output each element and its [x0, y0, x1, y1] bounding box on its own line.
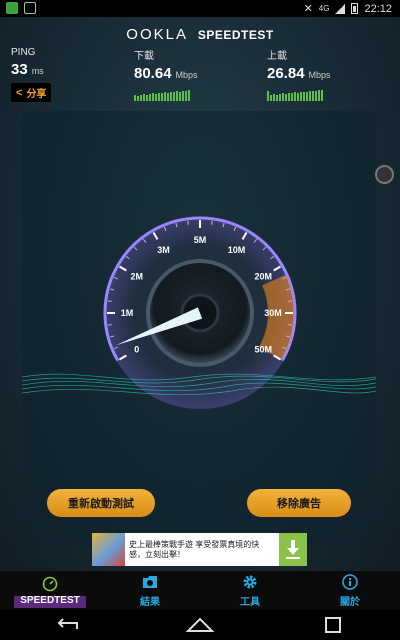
results-icon: [143, 575, 157, 588]
gauge-tick-label: 3M: [157, 245, 170, 255]
gauge-tick-label: 30M: [264, 308, 282, 318]
mute-icon: ✕: [303, 3, 313, 15]
gauge-tick-label: 20M: [254, 272, 272, 282]
battery-icon: [351, 3, 359, 14]
speedometer-icon: [42, 576, 58, 591]
speedtest-app: OOKLA SPEEDTEST PING 33 ms < 分享 下載 80.64 M…: [0, 17, 400, 570]
gauge-tick-label: 2M: [131, 272, 144, 282]
recents-icon[interactable]: [313, 614, 353, 636]
lte-icon: 4G: [318, 4, 330, 13]
tab-speedtest[interactable]: SPEEDTEST: [0, 571, 100, 610]
signal-icon: [335, 3, 346, 14]
tab-tools[interactable]: 工具: [200, 571, 300, 610]
gauge-minor-tick: [107, 324, 112, 326]
gauge-minor-tick: [187, 220, 189, 225]
tab-label: 關於: [340, 596, 360, 608]
download-icon[interactable]: [279, 533, 307, 566]
clock: 22:12: [364, 2, 392, 15]
status-bar: ✕ 4G 22:12: [0, 0, 400, 17]
restart-test-button[interactable]: 重新啟動測試: [47, 489, 155, 517]
tab-about[interactable]: 關於: [300, 571, 400, 610]
gauge-minor-tick: [211, 220, 213, 225]
back-icon[interactable]: [47, 614, 87, 636]
ad-text: 史上最棒策戰手遊 享受發票真境的快感，立刻出擊！: [129, 539, 260, 559]
ad-thumbnail: [92, 533, 125, 566]
system-nav-bar: [0, 610, 400, 640]
notification-app-icon: [6, 2, 18, 14]
home-icon[interactable]: [180, 614, 220, 636]
gauge-minor-tick: [107, 300, 112, 302]
gauge-minor-tick: [288, 324, 293, 326]
notification-shield-icon: [24, 2, 36, 14]
tab-bar: SPEEDTEST 結果 工具 關於: [0, 570, 400, 610]
ad-banner[interactable]: 史上最棒策戰手遊 享受發票真境的快感，立刻出擊！: [92, 533, 307, 566]
info-icon: [342, 573, 358, 590]
tab-label: 結果: [140, 596, 160, 608]
gauge-minor-tick: [288, 300, 293, 302]
gear-icon: [243, 575, 257, 588]
tab-label: SPEEDTEST: [20, 594, 80, 606]
gauge-tick-label: 5M: [194, 235, 207, 245]
speed-wave: [22, 373, 376, 396]
remove-ads-button[interactable]: 移除廣告: [247, 489, 351, 517]
gauge-tick-label: 1M: [121, 308, 134, 318]
gauge-tick-label: 10M: [228, 245, 246, 255]
tab-label: 工具: [240, 596, 260, 608]
tab-results[interactable]: 結果: [100, 571, 200, 610]
